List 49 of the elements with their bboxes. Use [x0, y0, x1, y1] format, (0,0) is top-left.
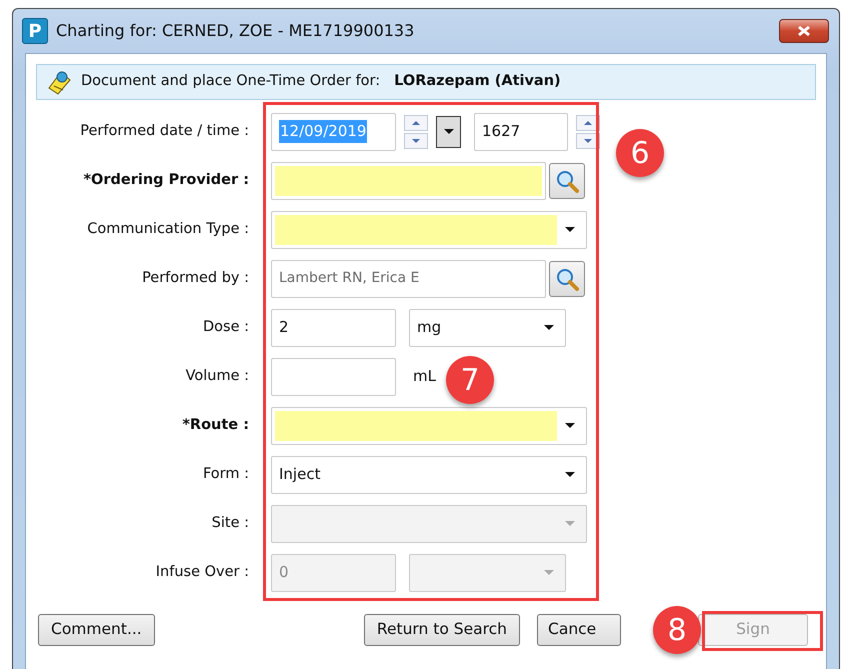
- up-arrow-icon: [412, 120, 420, 124]
- input-field[interactable]: 2: [271, 308, 396, 346]
- close-button[interactable]: [779, 19, 829, 43]
- input-field[interactable]: Lambert RN, Erica E: [271, 260, 546, 298]
- caret-icon: [444, 129, 454, 134]
- field-label: Communication Type :: [86, 220, 250, 239]
- close-icon: [797, 25, 811, 37]
- input-field: 0: [271, 554, 396, 592]
- caret-icon: [565, 423, 575, 428]
- unit-label: mL: [413, 366, 436, 388]
- search-icon: [555, 266, 579, 290]
- dialog-button[interactable]: Comment...: [38, 614, 155, 646]
- caret-icon: [544, 570, 554, 575]
- field-label: Volume :: [184, 366, 250, 386]
- dropdown-field[interactable]: [271, 406, 587, 444]
- input-field[interactable]: [271, 162, 546, 200]
- dialog-button[interactable]: Return to Search: [364, 614, 520, 646]
- spin-down-button[interactable]: [404, 132, 428, 148]
- app-icon: P: [22, 18, 48, 44]
- dialog-button: Sign: [698, 614, 808, 646]
- caret-icon: [565, 472, 575, 477]
- dropdown-field[interactable]: Inject: [271, 456, 587, 494]
- dialog-button[interactable]: Cance: [537, 614, 621, 646]
- down-arrow-icon: [584, 138, 592, 142]
- up-arrow-icon: [584, 120, 592, 124]
- input-field[interactable]: [271, 358, 396, 396]
- input-field[interactable]: 1627: [474, 112, 568, 150]
- field-label: *Ordering Provider :: [82, 170, 250, 190]
- field-label: Site :: [210, 514, 250, 533]
- caret-icon: [565, 227, 575, 232]
- field-label: Dose :: [202, 318, 250, 337]
- header-text: Document and place One-Time Order for:: [81, 72, 380, 92]
- caret-icon: [544, 325, 554, 330]
- down-arrow-icon: [412, 138, 420, 142]
- field-label: Performed by :: [141, 268, 250, 288]
- window-title: Charting for: CERNED, ZOE - ME1719900133: [56, 20, 414, 42]
- dropdown-field[interactable]: [271, 210, 587, 248]
- field-label: Performed date / time :: [79, 122, 250, 141]
- search-button[interactable]: [549, 162, 585, 198]
- field-label: *Route :: [181, 416, 250, 435]
- field-label: Form :: [202, 464, 250, 484]
- field-label: Infuse Over :: [154, 562, 250, 582]
- dropdown-field[interactable]: mg: [409, 308, 566, 346]
- search-button[interactable]: [549, 260, 585, 296]
- order-name: LORazepam (Ativan): [394, 72, 561, 92]
- caret-icon: [565, 521, 575, 526]
- search-icon: [555, 168, 579, 192]
- calendar-dropdown-button[interactable]: [436, 116, 461, 148]
- spin-up-button[interactable]: [404, 114, 428, 130]
